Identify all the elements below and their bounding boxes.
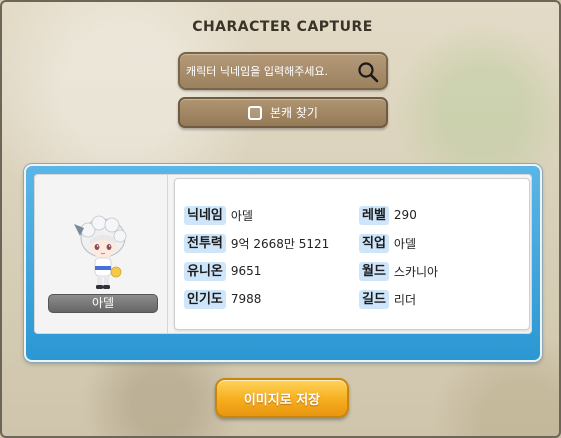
combat-power-value: 9억 2668만 5121 bbox=[230, 236, 330, 251]
save-as-image-button[interactable]: 이미지로 저장 bbox=[215, 378, 349, 418]
character-avatar-image bbox=[74, 215, 127, 289]
nickname-label: 닉네임 bbox=[184, 205, 226, 225]
world-label: 월드 bbox=[359, 261, 389, 281]
nickname-value: 아델 bbox=[230, 208, 253, 223]
nickname-search-input[interactable] bbox=[184, 60, 352, 82]
capture-window: CHARACTER CAPTURE 본캐 찾기 bbox=[0, 0, 561, 438]
field-row-union: 유니온 9651 bbox=[184, 261, 261, 281]
level-value: 290 bbox=[393, 208, 417, 222]
job-value: 아델 bbox=[393, 236, 417, 251]
character-card: 아델 닉네임 아델 레벨 290 전투력 9억 2668만 5121 직업 아델 bbox=[24, 164, 542, 362]
search-button[interactable] bbox=[356, 60, 380, 84]
job-label: 직업 bbox=[359, 233, 389, 253]
search-box bbox=[178, 52, 388, 90]
guild-value: 리더 bbox=[393, 292, 417, 307]
main-character-toggle-label: 본캐 찾기 bbox=[270, 106, 318, 120]
field-row-popularity: 인기도 7988 bbox=[184, 289, 261, 309]
search-icon bbox=[358, 62, 379, 83]
character-card-body: 아델 닉네임 아델 레벨 290 전투력 9억 2668만 5121 직업 아델 bbox=[34, 174, 532, 334]
field-row-combat-power: 전투력 9억 2668만 5121 bbox=[184, 233, 329, 253]
guild-label: 길드 bbox=[359, 289, 389, 309]
union-value: 9651 bbox=[230, 264, 262, 278]
character-info-panel: 닉네임 아델 레벨 290 전투력 9억 2668만 5121 직업 아델 유니… bbox=[174, 178, 530, 330]
character-name-plate: 아델 bbox=[48, 294, 158, 313]
main-character-toggle-button[interactable]: 본캐 찾기 bbox=[178, 97, 388, 128]
popularity-value: 7988 bbox=[230, 292, 262, 306]
field-row-job: 직업 아델 bbox=[359, 233, 416, 253]
level-label: 레벨 bbox=[359, 205, 389, 225]
popularity-label: 인기도 bbox=[184, 289, 226, 309]
field-row-guild: 길드 리더 bbox=[359, 289, 416, 309]
union-label: 유니온 bbox=[184, 261, 226, 281]
world-value: 스카니아 bbox=[393, 264, 439, 279]
page-title: CHARACTER CAPTURE bbox=[192, 19, 373, 35]
avatar-panel: 아델 bbox=[34, 174, 168, 334]
main-character-checkbox[interactable] bbox=[248, 105, 262, 120]
combat-power-label: 전투력 bbox=[184, 233, 226, 253]
field-row-world: 월드 스카니아 bbox=[359, 261, 438, 281]
field-row-nickname: 닉네임 아델 bbox=[184, 205, 253, 225]
field-row-level: 레벨 290 bbox=[359, 205, 417, 225]
